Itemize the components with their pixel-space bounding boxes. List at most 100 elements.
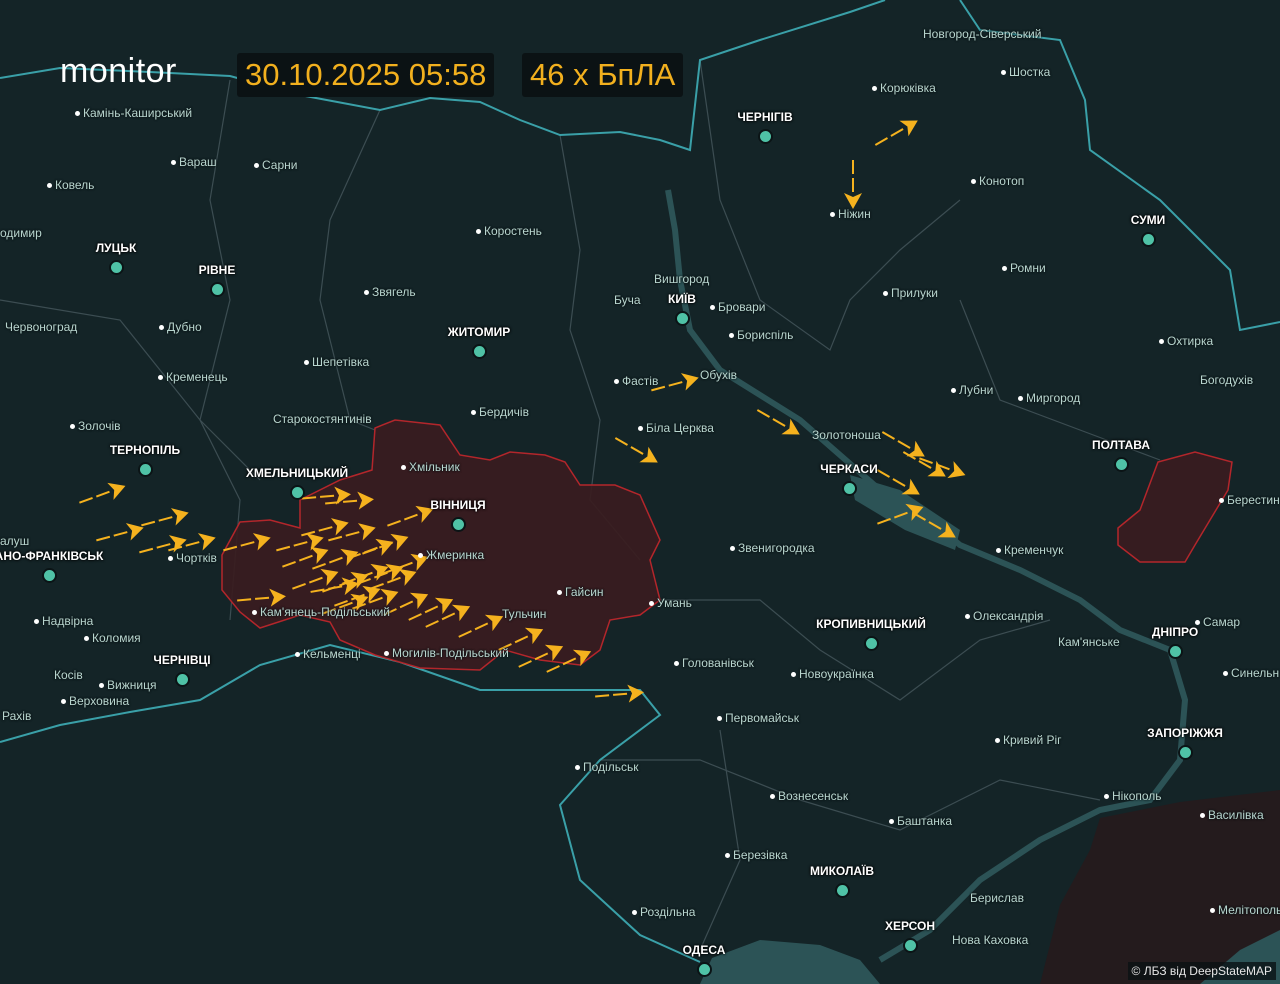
town-dot (252, 610, 257, 615)
oblast-center-marker[interactable] (1178, 745, 1193, 760)
town-label: Миргород (1026, 391, 1081, 405)
oblast-center-marker[interactable] (210, 282, 225, 297)
oblast-center-marker[interactable] (864, 636, 879, 651)
town-dot (729, 333, 734, 338)
oblast-center-label: ЧЕРКАСИ (820, 462, 878, 476)
drone-marker[interactable] (594, 683, 644, 705)
oblast-center-marker[interactable] (675, 311, 690, 326)
town-dot (575, 765, 580, 770)
drone-marker[interactable] (76, 477, 128, 511)
oblast-center-marker[interactable] (451, 517, 466, 532)
oblast-center-marker[interactable] (472, 344, 487, 359)
town-label: Хмільник (409, 460, 460, 474)
shahed-drone-icon (170, 508, 189, 526)
oblast-center-label: ТЕРНОПІЛЬ (109, 443, 181, 457)
town-dot (965, 614, 970, 619)
oblast-center-marker[interactable] (175, 672, 190, 687)
kremenchuk-reservoir (850, 475, 960, 550)
town-dot (70, 424, 75, 429)
town-label: Ніжин (838, 207, 871, 221)
shahed-drone-icon (639, 446, 658, 463)
town-label: Золотоноша (812, 428, 881, 442)
oblast-center-marker[interactable] (842, 481, 857, 496)
town-label: Новоукраїнка (799, 667, 874, 681)
drone-trail (96, 530, 130, 542)
town-label: Чортків (176, 551, 217, 565)
drone-trail (139, 542, 173, 554)
town-dot (47, 183, 52, 188)
shahed-drone-icon (947, 461, 966, 479)
town-label: Вознесенськ (778, 789, 849, 803)
town-dot (401, 465, 406, 470)
town-label: Корюківка (880, 81, 936, 95)
town-label: Кам'янець-Подільський (260, 605, 390, 619)
town-dot (1200, 813, 1205, 818)
town-label: Нікополь (1112, 789, 1162, 803)
town-dot (304, 360, 309, 365)
oblast-center-marker[interactable] (138, 462, 153, 477)
town-label: Косів (54, 668, 83, 682)
oblast-center-label: ОДЕСА (682, 943, 726, 957)
shahed-drone-icon (627, 684, 644, 703)
drone-marker[interactable] (871, 113, 922, 153)
shahed-drone-icon (927, 460, 946, 477)
town-dot (649, 601, 654, 606)
town-dot (883, 291, 888, 296)
town-label: Шепетівка (312, 355, 370, 369)
town-dot (418, 553, 423, 558)
oblast-center-label: РІВНЕ (198, 263, 236, 277)
town-label: Берестин (1227, 493, 1280, 507)
oblast-center-marker[interactable] (109, 260, 124, 275)
oblast-center-marker[interactable] (42, 568, 57, 583)
town-label: Новгород-Сіверський (923, 27, 1042, 41)
oblast-center-marker[interactable] (697, 962, 712, 977)
town-label: Буча (614, 293, 641, 307)
town-dot (159, 325, 164, 330)
attribution[interactable]: © ЛБЗ від DeepStateMAP (1127, 962, 1276, 980)
drone-marker[interactable] (611, 430, 662, 470)
town-dot (61, 699, 66, 704)
drone-marker[interactable] (916, 450, 968, 484)
town-label: Звягель (372, 285, 416, 299)
town-label: Камінь-Каширський (83, 106, 193, 120)
drone-marker[interactable] (899, 444, 950, 484)
oblast-center-marker[interactable] (290, 485, 305, 500)
town-label: Охтирка (1167, 334, 1214, 348)
drone-marker[interactable] (94, 519, 146, 549)
map-canvas[interactable] (0, 0, 1280, 984)
oblast-center-marker[interactable] (835, 883, 850, 898)
alert-region-east (1117, 451, 1233, 563)
town-label: Кременчук (1004, 543, 1064, 557)
oblast-center-label: КИЇВ (668, 292, 696, 306)
town-dot (638, 426, 643, 431)
town-label: Первомайськ (725, 711, 800, 725)
town-label: Василівка (1208, 808, 1264, 822)
town-label: Жмеринка (426, 548, 485, 562)
town-dot (295, 652, 300, 657)
oblast-center-marker[interactable] (758, 129, 773, 144)
drone-marker[interactable] (139, 504, 191, 534)
drone-trail (595, 692, 630, 698)
oblast-center-marker[interactable] (1114, 457, 1129, 472)
town-label: Вишгород (654, 272, 710, 286)
oblast-center-marker[interactable] (1168, 644, 1183, 659)
shahed-drone-icon (197, 533, 216, 551)
town-dot (471, 410, 476, 415)
town-dot (1104, 794, 1109, 799)
town-label: Баштанка (897, 814, 953, 828)
town-label: алуш (0, 534, 30, 548)
town-dot (1001, 70, 1006, 75)
town-dot (1002, 266, 1007, 271)
oblast-center-marker[interactable] (903, 938, 918, 953)
town-dot (996, 548, 1001, 553)
town-label: Голованівськ (682, 656, 754, 670)
monitor-logo: monitor (60, 52, 177, 90)
oblast-center-marker[interactable] (1141, 232, 1156, 247)
town-label: Прилуки (891, 286, 938, 300)
drone-count-badge: 46 x БпЛА (522, 53, 684, 97)
town-label: Березівка (733, 848, 788, 862)
town-dot (730, 546, 735, 551)
town-label: Золочів (78, 419, 121, 433)
town-dot (99, 683, 104, 688)
drone-marker[interactable] (844, 160, 862, 209)
